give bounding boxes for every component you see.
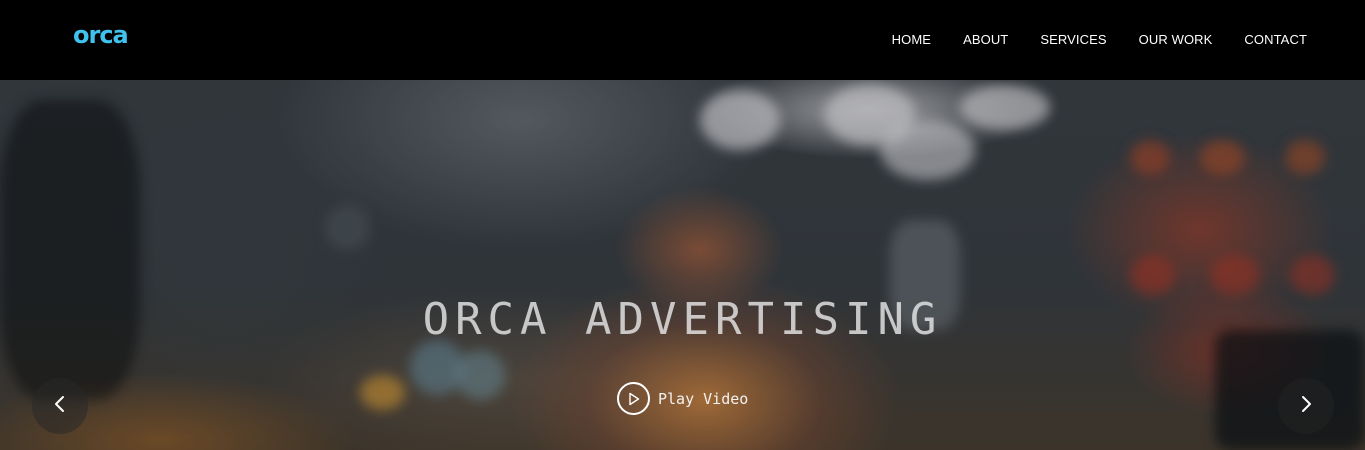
play-icon bbox=[617, 382, 650, 415]
chevron-right-icon bbox=[1299, 395, 1313, 417]
hero-video-banner: ORCA ADVERTISING Play Video bbox=[0, 80, 1365, 450]
nav-item-services[interactable]: SERVICES bbox=[1040, 30, 1106, 50]
main-nav: HOME ABOUT SERVICES OUR WORK CONTACT bbox=[860, 30, 1307, 50]
slider-prev-button[interactable] bbox=[32, 378, 88, 434]
hero-title: ORCA ADVERTISING bbox=[422, 294, 943, 345]
brand-logo[interactable]: orca bbox=[73, 18, 129, 52]
nav-item-our-work[interactable]: OUR WORK bbox=[1139, 30, 1213, 50]
nav-item-home[interactable]: HOME bbox=[892, 30, 931, 50]
nav-item-about[interactable]: ABOUT bbox=[963, 30, 1008, 50]
play-video-button[interactable]: Play Video bbox=[617, 382, 748, 415]
chevron-left-icon bbox=[53, 395, 67, 417]
nav-item-contact[interactable]: CONTACT bbox=[1244, 30, 1307, 50]
play-video-label: Play Video bbox=[658, 389, 749, 408]
top-navbar: orca HOME ABOUT SERVICES OUR WORK CONTAC… bbox=[0, 0, 1365, 80]
slider-next-button[interactable] bbox=[1278, 378, 1334, 434]
